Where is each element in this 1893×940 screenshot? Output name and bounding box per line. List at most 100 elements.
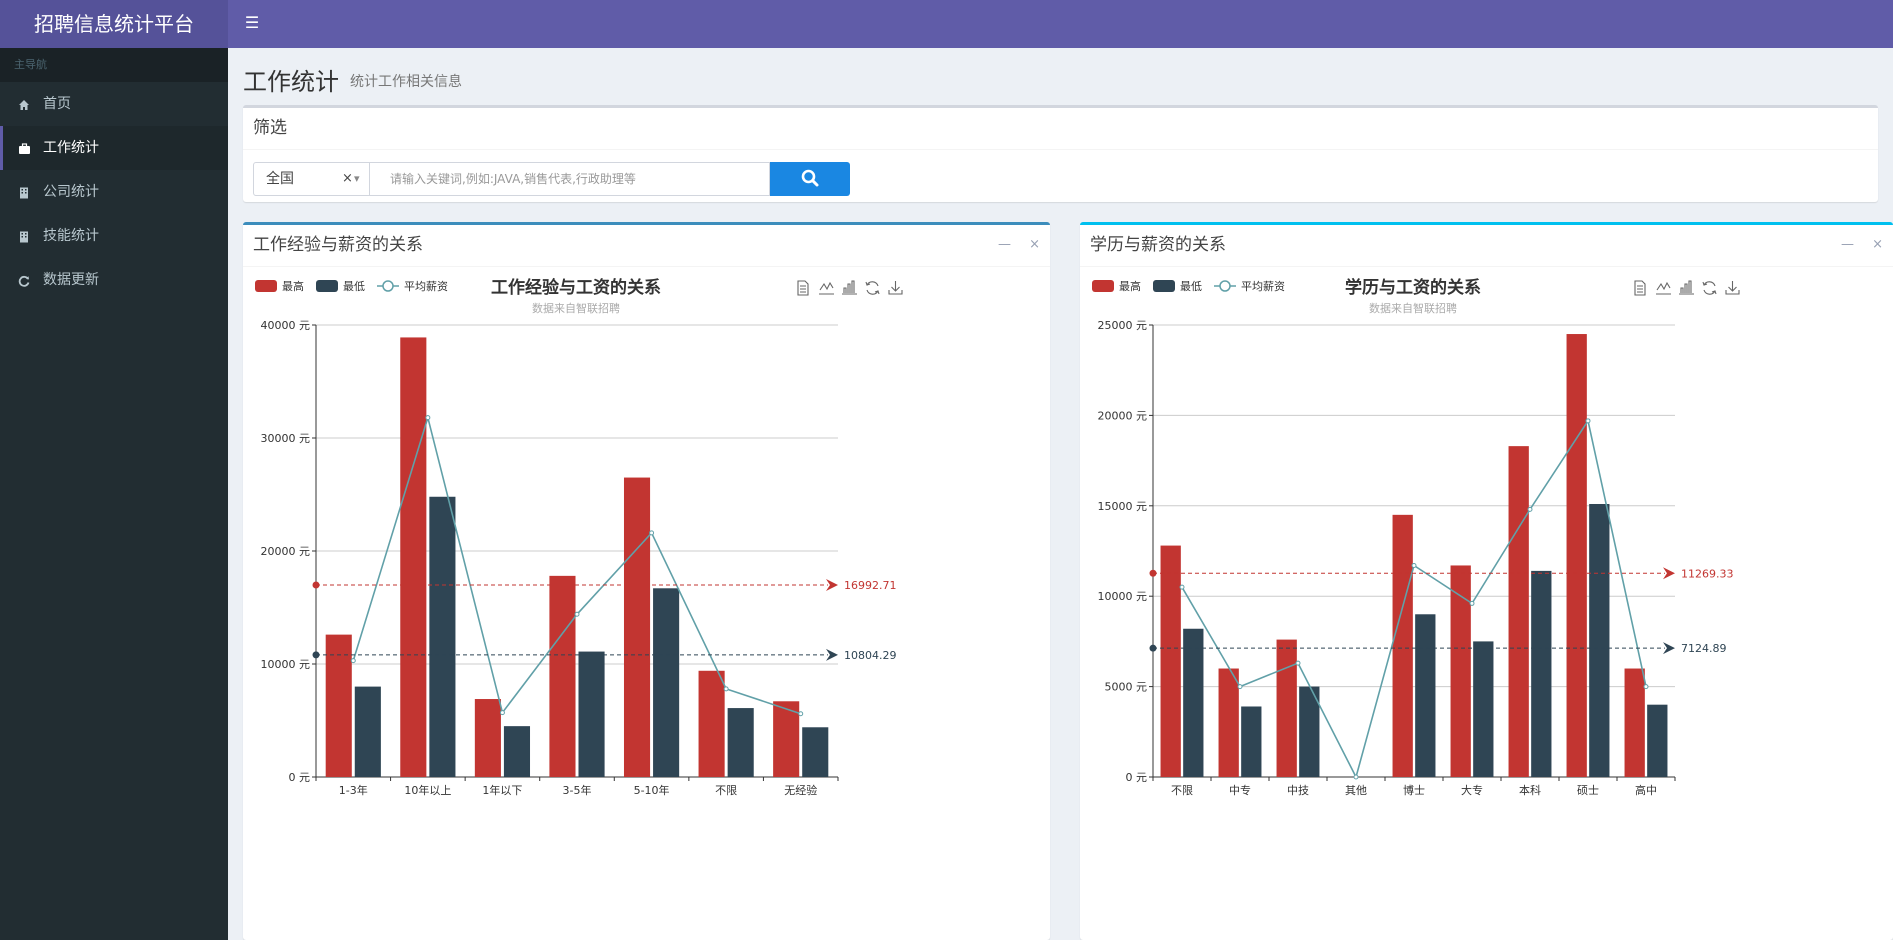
- building-icon: [16, 214, 32, 258]
- avg-salary-point: [1527, 506, 1533, 512]
- data-view-icon[interactable]: [1634, 280, 1646, 296]
- bar-chart-icon[interactable]: [842, 280, 857, 295]
- chart-title: 工作经验与工资的关系: [491, 277, 661, 298]
- bar-max: [698, 670, 725, 777]
- search-button[interactable]: [770, 162, 850, 196]
- bar-max: [1160, 545, 1181, 777]
- avg-salary-point: [1179, 584, 1185, 590]
- bar-min: [802, 727, 829, 777]
- bar-min: [1415, 614, 1436, 777]
- line-chart-icon[interactable]: [1656, 281, 1671, 295]
- download-icon[interactable]: [1725, 281, 1740, 295]
- bar-max: [400, 337, 427, 777]
- sidebar-item-data-update[interactable]: 数据更新: [0, 258, 228, 302]
- bar-max: [474, 699, 501, 777]
- filter-panel-title: 筛选: [243, 108, 1878, 150]
- avg-salary-point: [649, 530, 655, 536]
- y-tick-label: 20000 元: [1098, 409, 1148, 422]
- top-header: 招聘信息统计平台 ☰: [0, 0, 1893, 48]
- chevron-down-icon[interactable]: ▾: [354, 163, 360, 195]
- data-view-icon[interactable]: [797, 280, 809, 296]
- legend-item[interactable]: 最低: [1153, 280, 1202, 293]
- close-icon[interactable]: ×: [1872, 237, 1883, 252]
- y-tick-label: 0 元: [289, 771, 311, 784]
- x-tick-label: 中专: [1229, 783, 1251, 797]
- bar-min: [727, 708, 754, 777]
- sidebar-item-company-stats[interactable]: 公司统计: [0, 170, 228, 214]
- legend-label: 最高: [282, 279, 304, 293]
- panel-title: 学历与薪资的关系: [1080, 225, 1893, 267]
- experience-salary-chart: 最高 最低 平均薪资 工作经验与工资的关系数据来自智联招聘 0 元 10000 元 2000…: [255, 277, 903, 797]
- legend-item[interactable]: 最高: [1092, 279, 1141, 293]
- box-tools: — ×: [1827, 237, 1883, 252]
- box-tools: — ×: [984, 237, 1040, 252]
- x-tick-label: 博士: [1403, 784, 1425, 797]
- mark-line-start: [312, 651, 320, 659]
- education-salary-panel: 学历与薪资的关系 — × 最高 最低 平均薪资 学历与工资的关系 数据来自智联招聘 0 元…: [1080, 222, 1893, 940]
- search-input[interactable]: [370, 162, 770, 196]
- mark-line-start: [1149, 569, 1157, 577]
- bar-chart-icon[interactable]: [1679, 280, 1694, 295]
- chart-title: 学历与工资的关系: [1345, 277, 1481, 298]
- bar-max: [1450, 565, 1471, 777]
- legend-item[interactable]: 最高: [255, 279, 304, 293]
- x-tick-label: 1年以下: [482, 783, 522, 797]
- legend-swatch: [1153, 280, 1175, 292]
- bar-max: [1392, 514, 1413, 777]
- sidebar-item-label: 公司统计: [43, 184, 99, 200]
- legend-label: 最低: [343, 280, 365, 293]
- avg-salary-point: [1585, 418, 1591, 424]
- bar-max: [1624, 668, 1645, 777]
- bar-min: [1241, 706, 1262, 777]
- sidebar-item-skill-stats[interactable]: 技能统计: [0, 214, 228, 258]
- mark-line-start: [1149, 644, 1157, 652]
- sidebar-item-label: 数据更新: [43, 272, 99, 288]
- bar-max: [325, 634, 352, 777]
- refresh-icon[interactable]: [865, 281, 880, 295]
- x-tick-label: 不限: [1171, 784, 1193, 797]
- legend-swatch: [316, 280, 338, 292]
- legend-item[interactable]: 平均薪资: [1214, 280, 1285, 293]
- avg-salary-point: [1237, 684, 1243, 690]
- line-chart-icon[interactable]: [819, 281, 834, 295]
- x-tick-label: 5-10年: [634, 783, 670, 797]
- legend-swatch: [382, 280, 394, 292]
- mark-line-label: 11269.33: [1681, 567, 1734, 580]
- collapse-icon[interactable]: —: [1841, 237, 1854, 252]
- x-tick-label: 3-5年: [563, 783, 592, 797]
- legend-item[interactable]: 平均薪资: [377, 280, 448, 293]
- y-tick-label: 5000 元: [1105, 681, 1148, 694]
- y-tick-label: 25000 元: [1098, 319, 1148, 332]
- refresh-icon[interactable]: [1702, 281, 1717, 295]
- sidebar-item-home[interactable]: 首页: [0, 82, 228, 126]
- mark-line-label: 7124.89: [1681, 642, 1727, 655]
- x-tick-label: 高中: [1635, 783, 1657, 797]
- avg-salary-point: [574, 611, 580, 617]
- app-logo[interactable]: 招聘信息统计平台: [0, 0, 228, 48]
- sidebar-item-job-stats[interactable]: 工作统计: [0, 126, 228, 170]
- filter-panel: 筛选 全国 × ▾: [243, 105, 1878, 202]
- bar-min: [578, 651, 605, 777]
- menu-toggle-icon[interactable]: ☰: [240, 0, 264, 48]
- bar-min: [1647, 704, 1668, 777]
- y-tick-label: 30000 元: [261, 432, 311, 445]
- legend-swatch: [255, 280, 277, 292]
- bar-min: [429, 496, 456, 777]
- x-tick-label: 大专: [1461, 783, 1483, 797]
- avg-salary-point: [1643, 684, 1649, 690]
- collapse-icon[interactable]: —: [998, 237, 1011, 252]
- bar-max: [623, 477, 651, 777]
- download-icon[interactable]: [888, 281, 903, 295]
- clear-icon[interactable]: ×: [342, 163, 353, 195]
- legend-item[interactable]: 最低: [316, 280, 365, 293]
- x-tick-label: 1-3年: [339, 783, 368, 797]
- page-title: 工作统计: [243, 68, 339, 96]
- briefcase-icon: [16, 126, 32, 170]
- x-tick-label: 本科: [1519, 783, 1541, 797]
- close-icon[interactable]: ×: [1029, 237, 1040, 252]
- region-select[interactable]: 全国 × ▾: [253, 162, 370, 196]
- legend-label: 平均薪资: [1241, 280, 1285, 293]
- chart-subtitle: 数据来自智联招聘: [1369, 301, 1457, 315]
- y-tick-label: 15000 元: [1098, 500, 1148, 513]
- x-tick-label: 不限: [715, 784, 737, 797]
